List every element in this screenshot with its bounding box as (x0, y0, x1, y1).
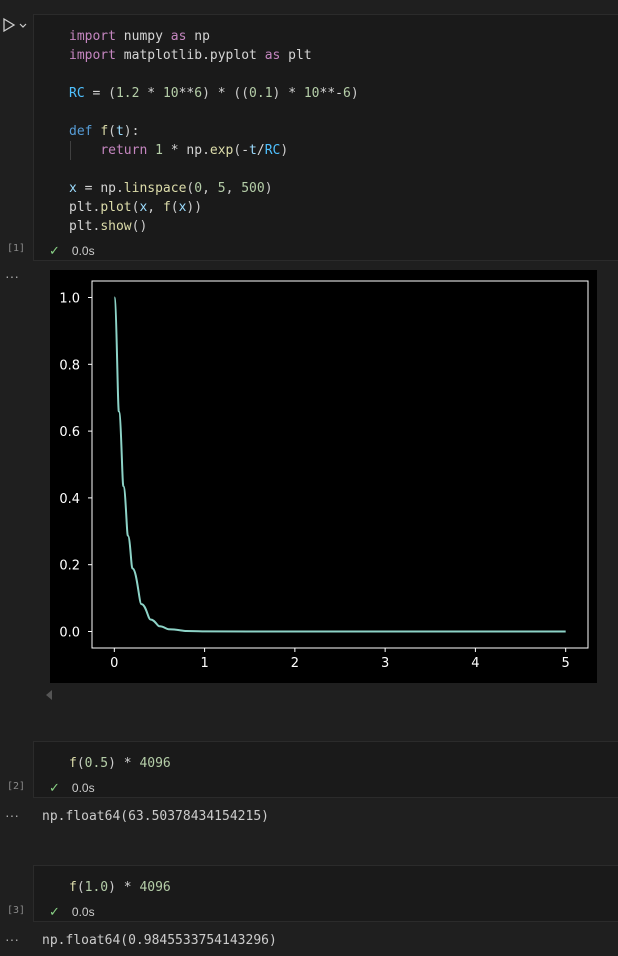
check-icon: ✓ (49, 243, 60, 258)
check-icon: ✓ (49, 780, 60, 795)
y-tick-label: 1.0 (59, 292, 80, 307)
code-cell-3[interactable]: f(1.0) * 4096 ✓ 0.0s (33, 865, 618, 922)
indent-guide (70, 141, 71, 160)
status-time: 0.0s (71, 905, 95, 919)
y-tick-label: 0.8 (59, 358, 80, 373)
y-tick-label: 0.4 (59, 492, 80, 507)
cell-status: ✓ 0.0s (49, 904, 95, 920)
code-line: x = np.linspace(0, 5, 500) (69, 181, 273, 196)
y-tick-label: 0.2 (59, 559, 80, 574)
code-line: return 1 * np.exp(-t/RC) (100, 143, 289, 158)
code-line: f(0.5) * 4096 (69, 756, 171, 771)
check-icon: ✓ (49, 904, 60, 919)
code-line: import matplotlib.pyplot as plt (69, 48, 312, 63)
cell-status: ✓ 0.0s (49, 243, 95, 259)
x-tick-label: 2 (291, 656, 299, 671)
code-line: import numpy as np (69, 29, 210, 44)
code-line: RC = (1.2 * 10**6) * ((0.1) * 10**-6) (69, 86, 359, 101)
execution-count: [2] (7, 781, 26, 792)
status-time: 0.0s (71, 244, 95, 258)
output-more-actions[interactable]: ··· (5, 807, 19, 823)
cell-output-text: np.float64(63.50378434154215) (42, 809, 269, 824)
y-tick-label: 0.0 (59, 625, 80, 640)
cell-status: ✓ 0.0s (49, 780, 95, 796)
scroll-left-icon[interactable] (45, 688, 53, 706)
x-tick-label: 4 (471, 656, 479, 671)
execution-count: [3] (7, 905, 26, 916)
output-more-actions[interactable]: ··· (5, 268, 19, 284)
x-tick-label: 3 (381, 656, 389, 671)
code-line: plt.plot(x, f(x)) (69, 200, 203, 215)
axes-frame (91, 280, 589, 649)
plot-output: 0 1 2 3 4 5 0.0 0.2 0.4 0.6 0.8 1.0 (50, 270, 597, 683)
x-tick-label: 0 (110, 656, 118, 671)
line-chart: 0 1 2 3 4 5 0.0 0.2 0.4 0.6 0.8 1.0 (59, 280, 589, 671)
cell-output-text: np.float64(0.9845533754143296) (42, 933, 277, 948)
x-tick-label: 5 (562, 656, 570, 671)
execution-count: [1] (7, 243, 26, 254)
code-line: def f(t): (69, 124, 140, 139)
status-time: 0.0s (71, 781, 95, 795)
play-icon[interactable] (2, 17, 16, 33)
series-line (113, 296, 566, 633)
output-more-actions[interactable]: ··· (5, 931, 19, 947)
y-tick-label: 0.6 (59, 425, 80, 440)
chevron-down-icon[interactable] (18, 18, 28, 28)
code-line: plt.show() (69, 219, 148, 234)
code-cell-1[interactable]: import numpy as np import matplotlib.pyp… (33, 14, 618, 261)
code-cell-2[interactable]: f(0.5) * 4096 ✓ 0.0s (33, 741, 618, 798)
code-line: f(1.0) * 4096 (69, 880, 171, 895)
x-tick-label: 1 (200, 656, 208, 671)
